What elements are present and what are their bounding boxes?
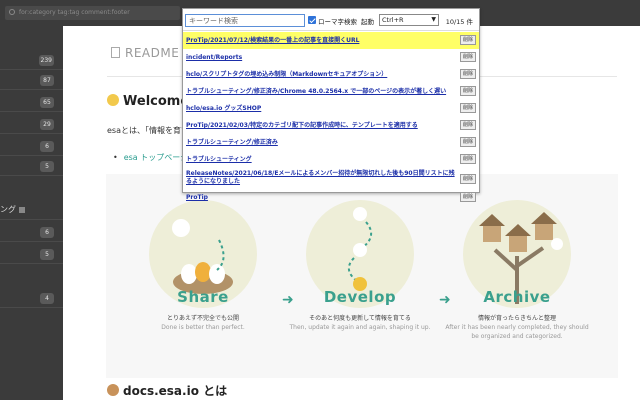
- launch-label: 起動: [361, 18, 374, 26]
- list-item-title[interactable]: incident/Reports: [186, 54, 242, 62]
- popup-header: ローマ字検索 起動 Ctrl+R ▼ 10/15 件: [183, 9, 479, 31]
- docs-heading: docs.esa.io とは: [107, 382, 227, 399]
- delete-button[interactable]: 削除: [460, 103, 476, 113]
- list-item[interactable]: hclo/esa.io グッズSHOP 削除: [183, 100, 479, 117]
- archive-jp: 情報が育ったらきちんと整理: [477, 315, 556, 322]
- document-icon: [111, 47, 120, 58]
- develop-title: Develop: [323, 288, 397, 306]
- sidebar-count-badge: 239: [38, 55, 54, 66]
- top-search-placeholder: for:category tag:tag comment:footer: [19, 9, 130, 16]
- list-item-title[interactable]: hclo/スクリプトタグの埋め込み制限（Markdownセキュアオプション）: [186, 71, 387, 79]
- sidebar-count-badge: 4: [40, 293, 54, 304]
- share-en: Done is better than perfect.: [161, 324, 245, 331]
- list-item[interactable]: ProTip/2021/02/03/特定のカテゴリ配下の記事作成時に、テンプレー…: [183, 117, 479, 134]
- delete-button[interactable]: 削除: [460, 86, 476, 96]
- sidebar-item[interactable]: 5: [0, 156, 63, 176]
- list-item[interactable]: トラブルシューティング/修正済み/Chrome 48.0.2564.x で一部の…: [183, 83, 479, 100]
- archive-en: After it has been nearly completed, they…: [445, 324, 589, 340]
- list-item[interactable]: ProTip/2021/07/12/検索結果の一番上の記事を直接開くURL 削除: [183, 32, 479, 49]
- list-item-title[interactable]: hclo/esa.io グッズSHOP: [186, 105, 261, 113]
- sidebar-item[interactable]: ング: [0, 200, 63, 220]
- keyword-search-input[interactable]: [185, 14, 305, 27]
- bookmark-search-popup: ローマ字検索 起動 Ctrl+R ▼ 10/15 件 ProTip/2021/0…: [182, 8, 480, 202]
- docs-heading-text: docs.esa.io とは: [123, 384, 228, 398]
- sidebar-item[interactable]: 5: [0, 244, 63, 264]
- list-item[interactable]: トラブルシューティング/修正済み 削除: [183, 134, 479, 151]
- develop-jp: そのあと何度も更新して情報を育てる: [309, 315, 411, 322]
- list-item-title[interactable]: ReleaseNotes/2021/06/18/Eメールによるメンバー招待が無限…: [186, 170, 456, 186]
- readme-label: README: [125, 46, 180, 60]
- sidebar: 239 87 65 29 6 5 ング 6 5 4: [0, 26, 63, 400]
- shortcut-select[interactable]: Ctrl+R ▼: [379, 14, 439, 26]
- sidebar-item[interactable]: 6: [0, 136, 63, 156]
- delete-button[interactable]: 削除: [460, 120, 476, 130]
- list-item[interactable]: トラブルシューティング 削除: [183, 151, 479, 168]
- sidebar-count-badge: 87: [40, 75, 54, 86]
- sidebar-count-badge: 6: [40, 227, 54, 238]
- esa-top-link-label: esa トップページ: [123, 153, 189, 162]
- delete-button[interactable]: 削除: [460, 35, 476, 45]
- share-jp: とりあえず不完全でも公開: [166, 315, 239, 322]
- archive-title: Archive: [483, 288, 551, 306]
- dog-icon: [107, 384, 119, 396]
- sidebar-item[interactable]: 6: [0, 222, 63, 242]
- top-bar-right: [490, 0, 640, 26]
- share-title: Share: [177, 288, 229, 306]
- delete-button[interactable]: 削除: [460, 174, 476, 184]
- top-search-input[interactable]: for:category tag:tag comment:footer: [5, 6, 180, 20]
- bird-icon: [107, 94, 119, 106]
- list-item[interactable]: ProTip 削除: [183, 190, 479, 207]
- romaji-search-label: ローマ字検索: [318, 18, 357, 26]
- list-item[interactable]: hclo/スクリプトタグの埋め込み制限（Markdownセキュアオプション） 削…: [183, 66, 479, 83]
- delete-button[interactable]: 削除: [460, 137, 476, 147]
- sidebar-item[interactable]: 4: [0, 288, 63, 308]
- list-item[interactable]: ReleaseNotes/2021/06/18/Eメールによるメンバー招待が無限…: [183, 168, 479, 190]
- list-item-title[interactable]: トラブルシューティング: [186, 156, 252, 164]
- sidebar-item[interactable]: 239: [0, 50, 63, 70]
- sidebar-count-badge: 5: [40, 161, 54, 172]
- list-item-title[interactable]: ProTip: [186, 194, 208, 202]
- list-item-title[interactable]: トラブルシューティング/修正済み: [186, 139, 278, 147]
- sidebar-item-label: ング: [0, 204, 25, 215]
- shortcut-value: Ctrl+R: [382, 16, 404, 24]
- sidebar-count-badge: 6: [40, 141, 54, 152]
- readme-heading: README: [111, 46, 179, 60]
- list-item-title[interactable]: ProTip/2021/02/03/特定のカテゴリ配下の記事作成時に、テンプレー…: [186, 122, 418, 130]
- list-item-title[interactable]: ProTip/2021/07/12/検索結果の一番上の記事を直接開くURL: [186, 37, 359, 45]
- sidebar-count-badge: 65: [40, 97, 54, 108]
- delete-button[interactable]: 削除: [460, 192, 476, 202]
- esa-top-link[interactable]: esa トップページ: [113, 152, 188, 163]
- sidebar-item[interactable]: 29: [0, 114, 63, 134]
- intro-text: esaとは、「情報を育て: [107, 126, 189, 135]
- chevron-down-icon: ▼: [431, 16, 436, 23]
- sidebar-item[interactable]: 65: [0, 92, 63, 112]
- sidebar-count-badge: 29: [40, 119, 54, 130]
- list-item[interactable]: incident/Reports 削除: [183, 49, 479, 66]
- romaji-search-checkbox[interactable]: [308, 16, 316, 24]
- delete-button[interactable]: 削除: [460, 154, 476, 164]
- develop-en: Then, update it again and again, shaping…: [289, 324, 431, 331]
- folder-icon: [19, 206, 25, 213]
- list-item-title[interactable]: トラブルシューティング/修正済み/Chrome 48.0.2564.x で一部の…: [186, 88, 446, 96]
- result-count: 10/15 件: [445, 18, 473, 26]
- sidebar-item[interactable]: 87: [0, 70, 63, 90]
- sidebar-count-badge: 5: [40, 249, 54, 260]
- search-icon: [9, 9, 15, 15]
- delete-button[interactable]: 削除: [460, 69, 476, 79]
- delete-button[interactable]: 削除: [460, 52, 476, 62]
